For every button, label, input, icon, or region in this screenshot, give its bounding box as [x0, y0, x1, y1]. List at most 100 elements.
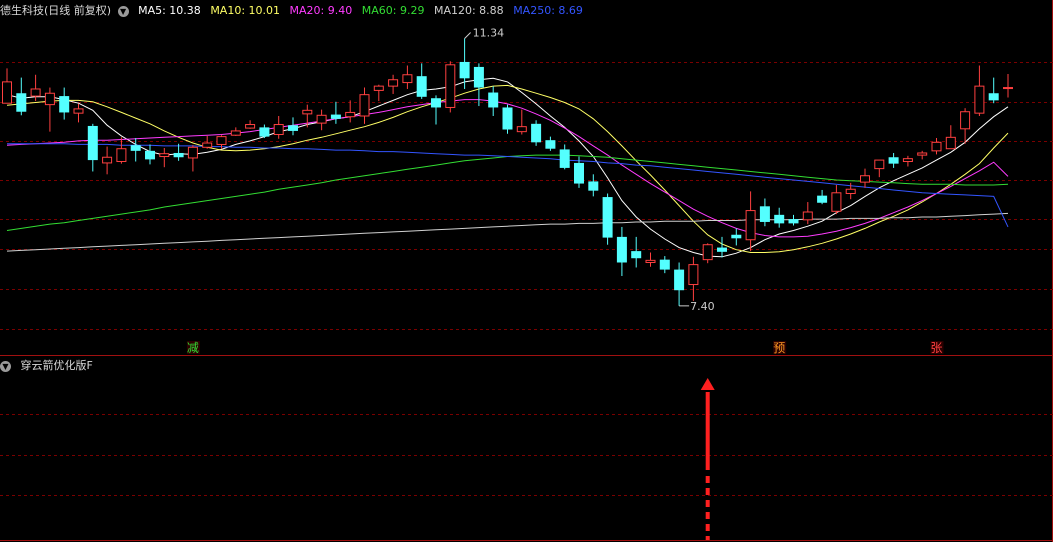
indicator-dropdown-icon[interactable]: ▼	[0, 360, 11, 372]
candle-body	[431, 98, 441, 108]
candle	[202, 135, 213, 149]
candle-body	[888, 157, 899, 164]
candle-body	[202, 142, 213, 148]
candle	[745, 191, 756, 252]
candle-body	[2, 81, 12, 104]
candle-body	[631, 251, 642, 259]
candle	[373, 84, 384, 102]
candle	[230, 127, 241, 136]
candle	[988, 77, 999, 104]
candle	[759, 198, 770, 227]
candle-body	[645, 259, 656, 263]
high-price-label: 11.34	[473, 26, 505, 39]
candle-body	[16, 93, 27, 112]
candle	[831, 184, 842, 215]
candle-body	[545, 140, 556, 149]
kline-chart[interactable]: 11.34 7.40 减 预 张	[0, 0, 1053, 542]
candle	[888, 152, 899, 168]
candle	[659, 256, 670, 274]
candle	[974, 65, 985, 116]
candle-body	[874, 159, 885, 170]
candle	[588, 174, 599, 197]
candle-body	[159, 153, 170, 158]
candle	[388, 74, 399, 94]
candle-body	[659, 259, 670, 270]
candle-body	[302, 109, 313, 115]
stock-title[interactable]: 德生科技(日线 前复权)	[0, 4, 111, 17]
candle-body	[216, 136, 227, 145]
candle	[1003, 74, 1013, 98]
candle-body	[87, 125, 98, 161]
candle-body	[931, 141, 942, 152]
candle-body	[674, 269, 685, 291]
candle-body	[574, 162, 584, 184]
candle	[502, 104, 513, 134]
candle-body	[759, 206, 770, 222]
candle-body	[616, 236, 627, 263]
candle-body	[259, 127, 270, 137]
candle	[431, 95, 441, 125]
candle-body	[516, 126, 527, 133]
candle	[874, 159, 885, 178]
candle-body	[588, 181, 599, 191]
candle-body	[945, 136, 956, 150]
candle	[245, 120, 256, 129]
candle	[674, 262, 685, 306]
indicator-panel-header: ▼ 穿云箭优化版F	[0, 357, 99, 375]
candle	[516, 109, 527, 135]
candle	[717, 236, 727, 258]
candle	[631, 236, 642, 268]
signal-arrow-head	[700, 378, 715, 390]
signal-tag-text: 张	[930, 341, 942, 355]
candle-body	[130, 145, 141, 151]
signal-tag: 预	[773, 341, 787, 355]
settings-dropdown-icon[interactable]: ▼	[117, 5, 129, 17]
signal-tag: 张	[930, 341, 944, 355]
indicator-title[interactable]: 穿云箭优化版F	[21, 359, 93, 372]
candle	[945, 125, 956, 150]
candle-body	[817, 195, 828, 203]
candle-body	[187, 146, 198, 159]
ma-line-ma250	[7, 143, 1009, 228]
candle-body	[688, 264, 699, 286]
candle-body	[44, 92, 55, 106]
candle-body	[774, 214, 785, 224]
candle-body	[459, 61, 470, 79]
candle	[259, 124, 270, 139]
candle	[817, 189, 828, 205]
candle-body	[559, 149, 570, 168]
signal-tag-text: 减	[187, 341, 199, 355]
candle	[187, 145, 198, 172]
candle	[731, 228, 742, 246]
candle-body	[602, 197, 613, 238]
candle	[688, 256, 699, 301]
candle-body	[745, 210, 756, 241]
candle-body	[402, 74, 413, 84]
candle	[488, 86, 499, 116]
candle-body	[245, 124, 256, 129]
candle-body	[330, 114, 341, 119]
candle	[445, 61, 456, 113]
candle-body	[960, 111, 971, 130]
candle	[931, 138, 942, 155]
candle	[545, 136, 556, 151]
candle	[359, 87, 370, 124]
ma60-label: MA60: 9.29	[361, 4, 425, 17]
candle-body	[702, 244, 713, 261]
candle-body	[731, 234, 742, 239]
signal-tag-text: 预	[773, 341, 785, 355]
candle	[531, 120, 542, 146]
candle	[860, 168, 870, 188]
candle	[402, 65, 413, 89]
candle-body	[416, 76, 427, 97]
low-price-label: 7.40	[690, 300, 715, 313]
candle	[16, 77, 27, 116]
candle	[116, 137, 127, 164]
candle-body	[974, 85, 985, 114]
candle-body	[345, 111, 356, 118]
candle-body	[788, 219, 799, 224]
candle-body	[802, 211, 813, 221]
candle	[702, 243, 713, 264]
candle-body	[116, 148, 127, 163]
candle-body	[445, 64, 456, 108]
